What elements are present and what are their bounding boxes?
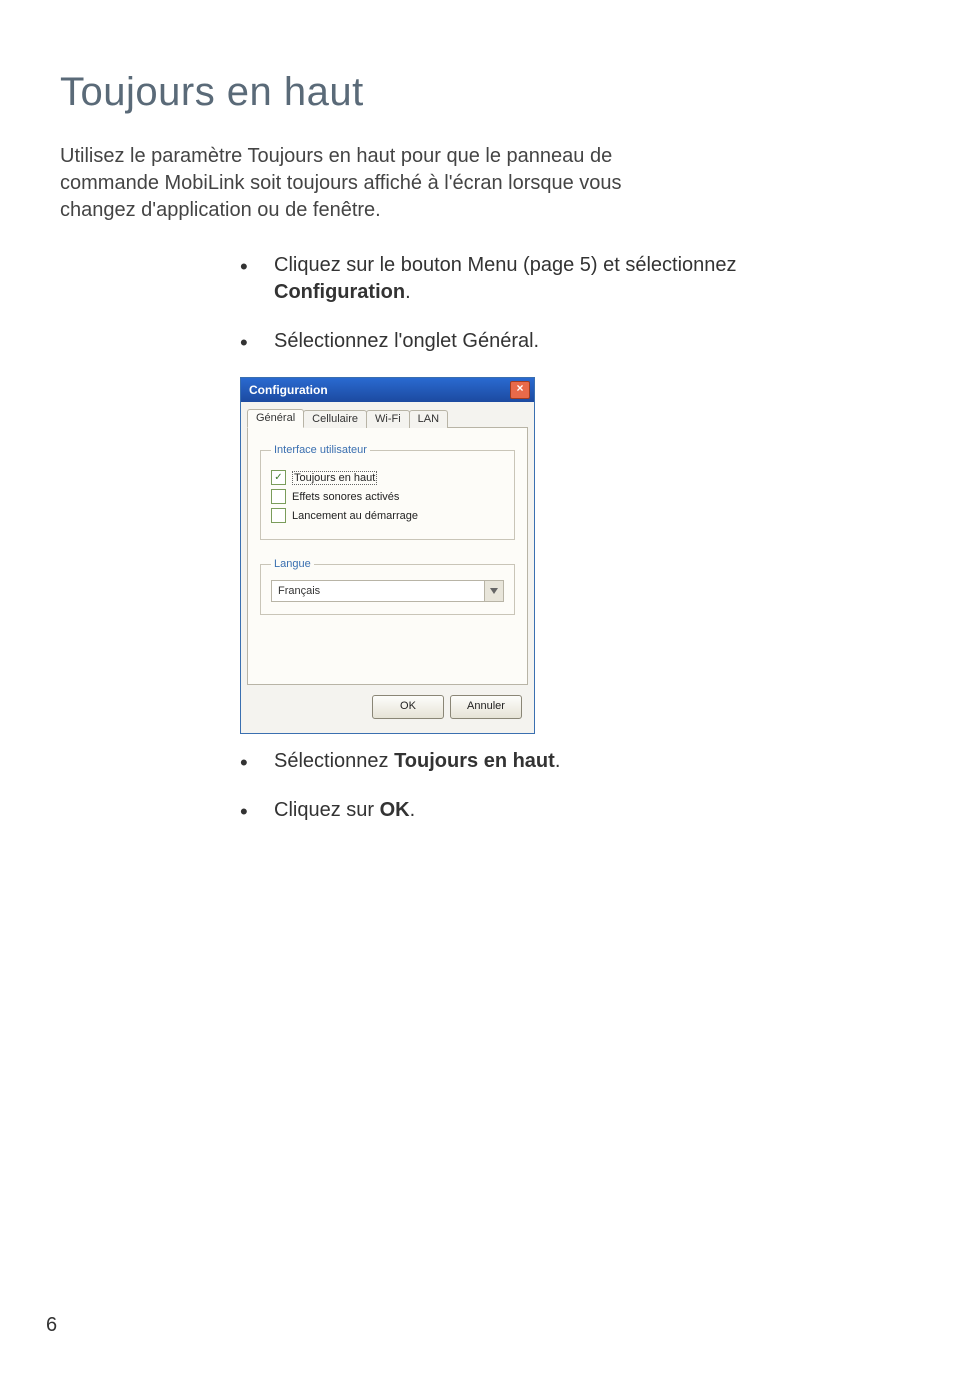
checkbox-icon: [271, 489, 286, 504]
tab-wifi[interactable]: Wi-Fi: [366, 410, 410, 428]
instruction-step-1: Cliquez sur le bouton Menu (page 5) et s…: [240, 252, 800, 306]
checkbox-row-toujours-en-haut[interactable]: ✓ Toujours en haut: [271, 470, 504, 485]
cancel-button[interactable]: Annuler: [450, 695, 522, 719]
checkbox-row-lancement-demarrage[interactable]: Lancement au démarrage: [271, 508, 504, 523]
configuration-dialog-figure: Configuration × Général Cellulaire Wi-Fi…: [240, 377, 535, 734]
tab-pane-general: Interface utilisateur ✓ Toujours en haut…: [247, 428, 528, 685]
instruction-step-4: Cliquez sur OK.: [240, 797, 800, 824]
step4-bold: OK: [380, 799, 410, 821]
page-number: 6: [46, 1314, 57, 1337]
step1-prefix: Cliquez sur le bouton Menu (page 5) et s…: [274, 254, 737, 276]
tab-general[interactable]: Général: [247, 409, 304, 428]
instruction-step-3: Sélectionnez Toujours en haut.: [240, 748, 800, 775]
language-dropdown[interactable]: Français: [271, 580, 504, 602]
step1-bold: Configuration: [274, 281, 405, 303]
checkbox-label: Toujours en haut: [292, 471, 377, 485]
page-title: Toujours en haut: [60, 70, 894, 115]
step3-prefix: Sélectionnez: [274, 750, 394, 772]
instruction-step-2: Sélectionnez l'onglet Général.: [240, 328, 800, 355]
step3-suffix: .: [555, 750, 561, 772]
chevron-down-icon: [484, 581, 503, 601]
checkbox-label: Effets sonores activés: [292, 491, 399, 503]
checkbox-row-effets-sonores[interactable]: Effets sonores activés: [271, 489, 504, 504]
checkbox-icon: [271, 508, 286, 523]
checkbox-icon: ✓: [271, 470, 286, 485]
dialog-title: Configuration: [249, 383, 328, 397]
step4-prefix: Cliquez sur: [274, 799, 380, 821]
tab-lan[interactable]: LAN: [409, 410, 448, 428]
checkbox-label: Lancement au démarrage: [292, 510, 418, 522]
group-langue-legend: Langue: [271, 558, 314, 570]
configuration-dialog: Configuration × Général Cellulaire Wi-Fi…: [240, 377, 535, 734]
language-value: Français: [272, 585, 484, 597]
dialog-body: Général Cellulaire Wi-Fi LAN Interface u…: [241, 402, 534, 733]
close-icon: ×: [516, 381, 523, 395]
step4-suffix: .: [410, 799, 416, 821]
step1-suffix: .: [405, 281, 411, 303]
step3-bold: Toujours en haut: [394, 750, 555, 772]
intro-paragraph: Utilisez le paramètre Toujours en haut p…: [60, 143, 700, 224]
group-langue: Langue Français: [260, 558, 515, 615]
dialog-button-row: OK Annuler: [247, 685, 528, 723]
group-interface-legend: Interface utilisateur: [271, 444, 370, 456]
tab-cellulaire[interactable]: Cellulaire: [303, 410, 367, 428]
close-button[interactable]: ×: [510, 381, 530, 399]
instruction-list: Cliquez sur le bouton Menu (page 5) et s…: [60, 252, 800, 824]
dialog-titlebar: Configuration ×: [241, 378, 534, 402]
group-interface-utilisateur: Interface utilisateur ✓ Toujours en haut…: [260, 444, 515, 540]
ok-button[interactable]: OK: [372, 695, 444, 719]
tab-strip: Général Cellulaire Wi-Fi LAN: [247, 408, 528, 428]
